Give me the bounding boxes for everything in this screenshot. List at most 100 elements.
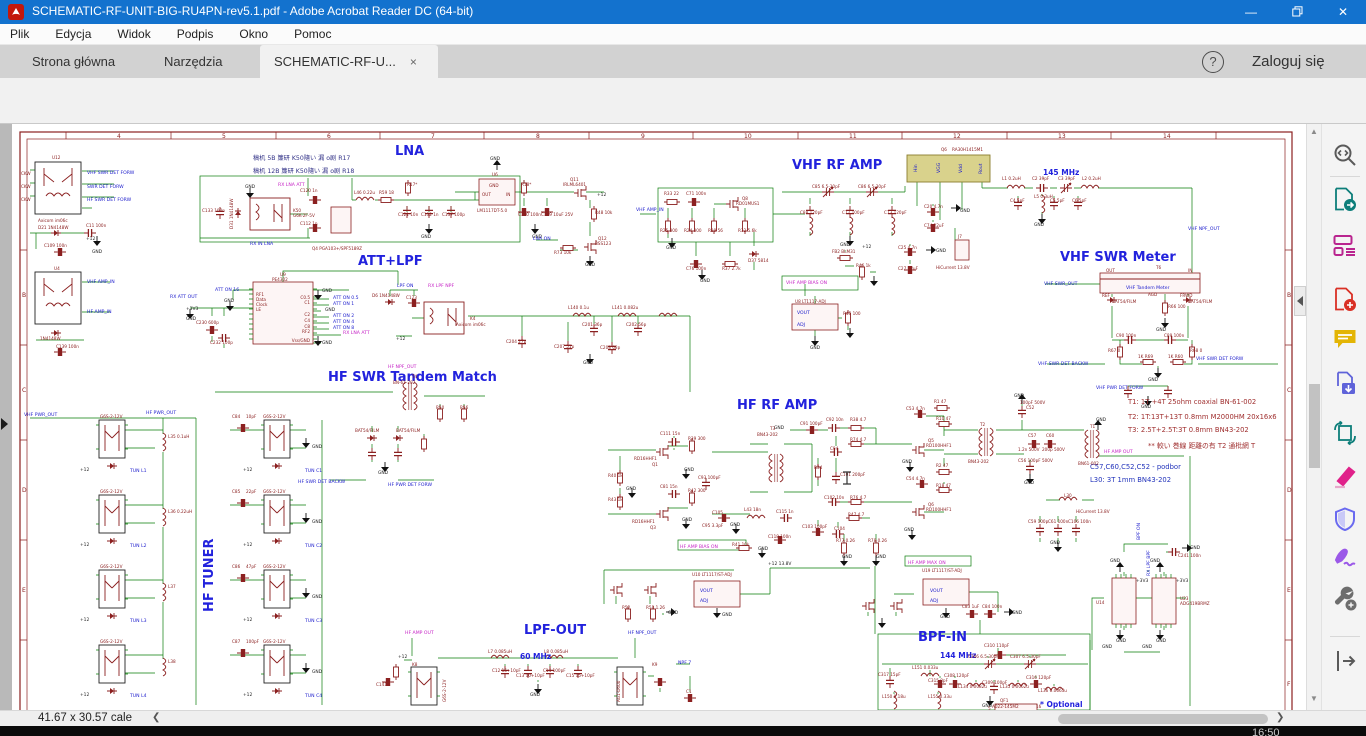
schematic-part-capf	[237, 424, 249, 432]
schematic-label: C111 15n	[660, 431, 681, 436]
more-tools-icon[interactable]	[1332, 586, 1358, 612]
collapse-tools-panel-button[interactable]	[1294, 286, 1306, 316]
schematic-part-res	[394, 664, 399, 680]
scroll-down-icon[interactable]: ▼	[1310, 694, 1318, 703]
search-document-icon[interactable]	[1332, 142, 1358, 168]
close-button[interactable]: ✕	[1320, 0, 1366, 24]
tab-bar: Strona główna Narzędzia SCHEMATIC-RF-U..…	[0, 45, 1366, 78]
schematic-label: VHF AMP_IN	[636, 207, 664, 213]
schematic-label: VOUT	[797, 310, 810, 316]
schematic-label: R53 1.26	[646, 605, 665, 610]
menu-okno[interactable]: Okno	[239, 27, 268, 41]
menu-plik[interactable]: Plik	[10, 27, 29, 41]
schematic-part-fet	[862, 599, 874, 613]
combine-files-icon[interactable]	[1332, 370, 1358, 396]
schematic-part-cap	[1164, 386, 1172, 398]
schematic-label: HF AMP BIAS ON	[680, 544, 718, 550]
schematic-label: GND	[902, 459, 913, 465]
tab-tools[interactable]: Narzędzia	[150, 45, 237, 78]
schematic-label: C27 22uF	[898, 266, 919, 271]
panel-fill-sign-icon[interactable]	[1332, 544, 1358, 570]
schematic-label: BAT54/FILM	[1112, 299, 1137, 304]
schematic-label: NPF 7	[678, 660, 691, 666]
menu-podpis[interactable]: Podpis	[177, 27, 214, 41]
schematic-label: RF1	[256, 292, 264, 297]
export-pdf-icon[interactable]	[1332, 186, 1358, 212]
schematic-label: HF SWR DET BACKW	[298, 479, 346, 485]
schematic-label: C241 100n	[1178, 553, 1201, 558]
menu-widok[interactable]: Widok	[117, 27, 150, 41]
expand-panel-icon[interactable]	[1332, 648, 1358, 674]
schematic-label: C25 4.7n	[898, 245, 917, 250]
schematic-part-icJ7	[955, 240, 969, 260]
schematic-label: GND	[700, 278, 711, 284]
schematic-part-capf	[309, 196, 321, 204]
schematic-label: C315 8pF	[928, 678, 949, 683]
vertical-scrollbar[interactable]: ▲ ▼	[1306, 124, 1321, 710]
schematic-label: GND	[1024, 480, 1035, 486]
schematic-part-ind	[1007, 185, 1025, 188]
schematic-part-rly	[96, 645, 128, 683]
schematic-label: T2	[979, 422, 986, 427]
schematic-label: RX LNA ATT	[343, 330, 370, 336]
minimize-button[interactable]: —	[1228, 0, 1274, 24]
edit-pdf-icon[interactable]	[1332, 232, 1358, 258]
schematic-label: R78 0.26	[868, 538, 887, 543]
scroll-left-icon[interactable]: ❮	[152, 712, 160, 723]
schematic-label: L43 18n	[744, 507, 761, 512]
schematic-part-cap	[832, 530, 844, 538]
help-icon[interactable]: ?	[1202, 51, 1224, 73]
tab-document[interactable]: SCHEMATIC-RF-U...×	[260, 45, 438, 78]
schematic-label: GND	[960, 208, 971, 214]
menu-bar: Plik Edycja Widok Podpis Okno Pomoc	[0, 24, 1366, 45]
restore-button[interactable]	[1274, 0, 1320, 24]
tools-panel	[1321, 124, 1366, 710]
schematic-page[interactable]: LNAATT+LPFVHF RF AMPVHF SWR MeterHF SWR …	[12, 124, 1306, 710]
horizontal-scroll-thumb[interactable]	[1058, 714, 1268, 724]
nav-pane-arrow-icon[interactable]	[1, 418, 8, 430]
schematic-label: C87	[232, 639, 241, 644]
schematic-part-rly2	[35, 162, 81, 214]
schematic-label: C90 100n	[1116, 333, 1137, 338]
schematic-label: L7 0.085uH	[488, 649, 512, 654]
schematic-label: G6S-2-12V	[442, 679, 447, 702]
schematic-label: GND	[904, 527, 915, 533]
schematic-part-cap	[886, 676, 894, 688]
schematic-label: +12	[862, 244, 871, 250]
redact-icon[interactable]	[1332, 464, 1358, 490]
menu-pomoc[interactable]: Pomoc	[294, 27, 331, 41]
schematic-label: 1.2n 500V	[1018, 447, 1040, 452]
schematic-label: C95 3.3pF	[702, 523, 724, 528]
schematic-label: R18 47	[936, 483, 951, 488]
sign-in-link[interactable]: Zaloguj się	[1252, 53, 1325, 70]
schematic-label: 13	[1058, 133, 1066, 140]
scroll-up-icon[interactable]: ▲	[1310, 127, 1318, 136]
schematic-label: HF PWR_OUT	[146, 410, 176, 416]
schematic-label: Q6	[941, 147, 947, 152]
vertical-scroll-thumb[interactable]	[1309, 384, 1320, 468]
schematic-label: ATT ON 4	[333, 319, 354, 325]
schematic-label: G6S-2-12V	[100, 489, 123, 494]
schematic-label: ** 較い 巻線 距離の有 T2 通枇網 T	[1148, 441, 1256, 450]
tab-close-icon[interactable]: ×	[410, 55, 417, 69]
protect-icon[interactable]	[1332, 506, 1358, 532]
schematic-label: LPF ON	[397, 283, 413, 289]
comment-tool-icon[interactable]	[1332, 326, 1358, 352]
schematic-label: +3V3	[1136, 578, 1148, 584]
schematic-label: VHF SWR Meter	[1060, 250, 1176, 265]
schematic-label: GND	[490, 156, 501, 162]
schematic-label: G6S-2-12V	[100, 414, 123, 419]
panel-divider	[1330, 636, 1360, 637]
menu-edycja[interactable]: Edycja	[55, 27, 91, 41]
organize-pages-icon[interactable]	[1332, 420, 1358, 446]
schematic-label: GND	[1110, 558, 1121, 564]
schematic-part-capf	[237, 499, 249, 507]
tab-home[interactable]: Strona główna	[18, 45, 129, 78]
taskbar[interactable]: 16:50	[0, 726, 1366, 736]
schematic-label: GND	[666, 245, 677, 251]
schematic-label: +3V3	[186, 306, 198, 312]
schematic-label: R2 47	[936, 463, 949, 468]
create-pdf-icon[interactable]	[1332, 286, 1358, 312]
schematic-label: L8 0.085uH	[544, 649, 568, 654]
scroll-right-icon[interactable]: ❯	[1276, 712, 1284, 723]
